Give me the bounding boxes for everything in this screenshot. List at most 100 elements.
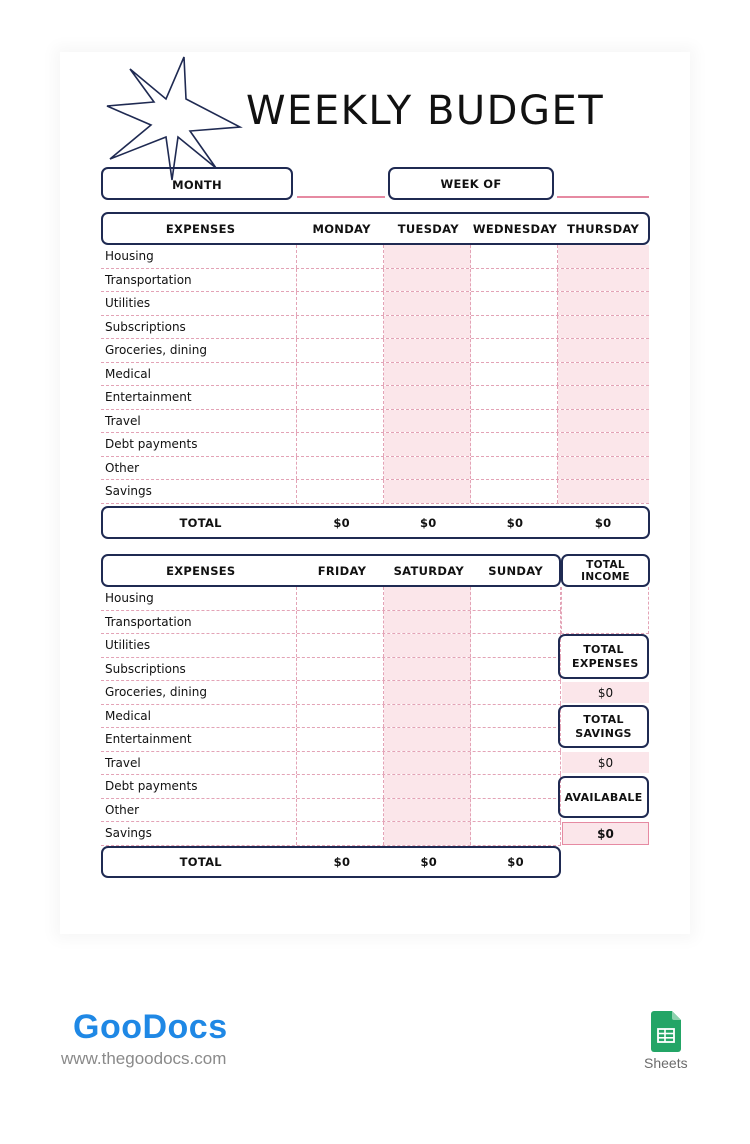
google-sheets-icon [651, 1011, 681, 1052]
table-row: Groceries, dining [101, 681, 561, 705]
amount-cell[interactable] [471, 728, 561, 751]
amount-cell[interactable] [384, 798, 471, 821]
sheets-label: Sheets [644, 1055, 688, 1071]
amount-cell[interactable] [384, 704, 471, 727]
expense-category-label: Medical [101, 362, 297, 385]
total-income-input[interactable] [561, 587, 649, 634]
amount-cell[interactable] [297, 456, 384, 479]
amount-cell[interactable] [297, 704, 384, 727]
amount-cell[interactable] [384, 822, 471, 845]
amount-cell[interactable] [471, 480, 558, 503]
amount-cell[interactable] [384, 245, 471, 268]
amount-cell[interactable] [558, 339, 649, 362]
amount-cell[interactable] [384, 362, 471, 385]
table-row: Travel [101, 409, 649, 433]
amount-cell[interactable] [471, 339, 558, 362]
amount-cell[interactable] [471, 657, 561, 680]
month-label: MONTH [172, 178, 222, 192]
amount-cell[interactable] [384, 456, 471, 479]
amount-cell[interactable] [558, 315, 649, 338]
amount-cell[interactable] [558, 456, 649, 479]
amount-cell[interactable] [384, 315, 471, 338]
amount-cell[interactable] [471, 610, 561, 633]
table-row: Debt payments [101, 775, 561, 799]
amount-cell[interactable] [297, 292, 384, 315]
amount-cell[interactable] [558, 292, 649, 315]
amount-cell[interactable] [384, 775, 471, 798]
amount-cell[interactable] [297, 409, 384, 432]
amount-cell[interactable] [384, 386, 471, 409]
amount-cell[interactable] [384, 409, 471, 432]
amount-cell[interactable] [297, 480, 384, 503]
amount-cell[interactable] [471, 245, 558, 268]
amount-cell[interactable] [471, 704, 561, 727]
amount-cell[interactable] [297, 775, 384, 798]
amount-cell[interactable] [558, 268, 649, 291]
amount-cell[interactable] [471, 775, 561, 798]
amount-cell[interactable] [471, 268, 558, 291]
amount-cell[interactable] [471, 292, 558, 315]
amount-cell[interactable] [297, 386, 384, 409]
expense-category-label: Utilities [101, 292, 297, 315]
amount-cell[interactable] [558, 409, 649, 432]
amount-cell[interactable] [297, 728, 384, 751]
amount-cell[interactable] [297, 315, 384, 338]
amount-cell[interactable] [558, 245, 649, 268]
amount-cell[interactable] [297, 657, 384, 680]
amount-cell[interactable] [384, 634, 471, 657]
expense-category-label: Housing [101, 245, 297, 268]
amount-cell[interactable] [471, 409, 558, 432]
website-link[interactable]: www.thegoodocs.com [61, 1049, 226, 1069]
amount-cell[interactable] [384, 480, 471, 503]
amount-cell[interactable] [558, 433, 649, 456]
amount-cell[interactable] [384, 292, 471, 315]
amount-cell[interactable] [384, 433, 471, 456]
amount-cell[interactable] [471, 315, 558, 338]
amount-cell[interactable] [297, 245, 384, 268]
amount-cell[interactable] [297, 610, 384, 633]
amount-cell[interactable] [558, 362, 649, 385]
amount-cell[interactable] [558, 480, 649, 503]
table-row: Other [101, 456, 649, 480]
amount-cell[interactable] [471, 386, 558, 409]
expense-category-label: Groceries, dining [101, 339, 297, 362]
amount-cell[interactable] [471, 798, 561, 821]
amount-cell[interactable] [384, 587, 471, 610]
amount-cell[interactable] [471, 634, 561, 657]
amount-cell[interactable] [471, 587, 561, 610]
expense-category-label: Subscriptions [101, 315, 297, 338]
amount-cell[interactable] [384, 681, 471, 704]
expense-category-label: Subscriptions [101, 657, 297, 680]
amount-cell[interactable] [384, 268, 471, 291]
amount-cell[interactable] [297, 634, 384, 657]
amount-cell[interactable] [384, 751, 471, 774]
amount-cell[interactable] [384, 657, 471, 680]
amount-cell[interactable] [471, 456, 558, 479]
amount-cell[interactable] [297, 798, 384, 821]
amount-cell[interactable] [471, 751, 561, 774]
amount-cell[interactable] [297, 362, 384, 385]
header-thursday: THURSDAY [567, 221, 640, 236]
amount-cell[interactable] [384, 728, 471, 751]
amount-cell[interactable] [297, 433, 384, 456]
amount-cell[interactable] [558, 386, 649, 409]
amount-cell[interactable] [384, 339, 471, 362]
amount-cell[interactable] [297, 681, 384, 704]
week-of-input[interactable] [557, 196, 649, 198]
expense-category-label: Debt payments [101, 775, 297, 798]
amount-cell[interactable] [297, 751, 384, 774]
amount-cell[interactable] [297, 339, 384, 362]
amount-cell[interactable] [471, 822, 561, 845]
amount-cell[interactable] [471, 433, 558, 456]
amount-cell[interactable] [297, 268, 384, 291]
total-income-label: TOTAL INCOME [581, 558, 630, 583]
amount-cell[interactable] [471, 681, 561, 704]
amount-cell[interactable] [297, 822, 384, 845]
goodocs-logo[interactable]: GooDocs [73, 1008, 228, 1047]
amount-cell[interactable] [297, 587, 384, 610]
amount-cell[interactable] [384, 610, 471, 633]
amount-cell[interactable] [471, 362, 558, 385]
total-label: TOTAL [179, 515, 222, 530]
month-input[interactable] [297, 196, 385, 198]
expense-category-label: Entertainment [101, 728, 297, 751]
